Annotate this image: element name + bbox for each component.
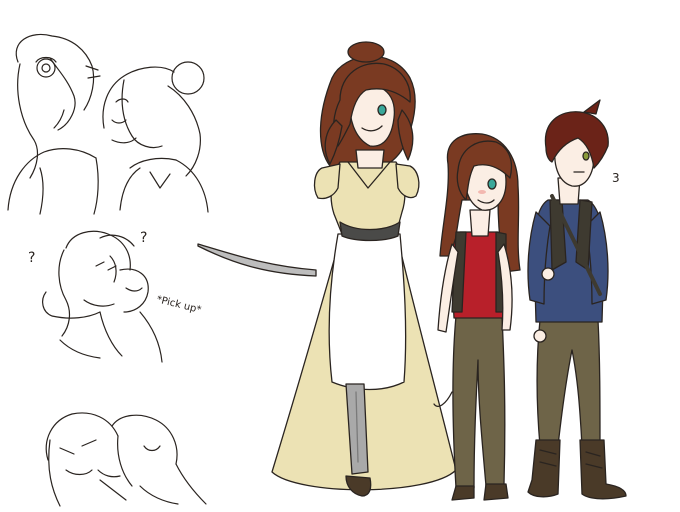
boy-left-boot bbox=[527, 439, 561, 498]
sketch-panel-bottom bbox=[45, 412, 207, 507]
girl-eye bbox=[487, 178, 497, 190]
pick-up-label: *Pick up* bbox=[155, 294, 202, 316]
girl-pants bbox=[452, 315, 506, 489]
tall-woman-eye bbox=[377, 104, 387, 116]
sketch-panel-top bbox=[7, 33, 209, 215]
sword-blade bbox=[197, 243, 317, 277]
boy-pants bbox=[536, 319, 601, 447]
sketch-panel-middle: ? ? *Pick up* bbox=[28, 230, 202, 363]
tall-woman-apron bbox=[328, 233, 407, 391]
confusion-mark: 3 bbox=[612, 171, 620, 185]
boy-in-blue-sweater: 3 bbox=[527, 99, 627, 500]
question-mark-right: ? bbox=[140, 230, 147, 246]
tall-woman-shoe bbox=[345, 475, 372, 497]
question-mark-left: ? bbox=[28, 250, 35, 266]
artwork-canvas: ? ? *Pick up* 3 bbox=[7, 33, 627, 507]
boy-eye bbox=[582, 151, 590, 161]
girl-right-boot bbox=[483, 483, 509, 501]
tall-woman-in-yellow-dress bbox=[197, 41, 457, 497]
boy-right-boot bbox=[579, 439, 627, 500]
girl-left-boot bbox=[451, 485, 475, 501]
